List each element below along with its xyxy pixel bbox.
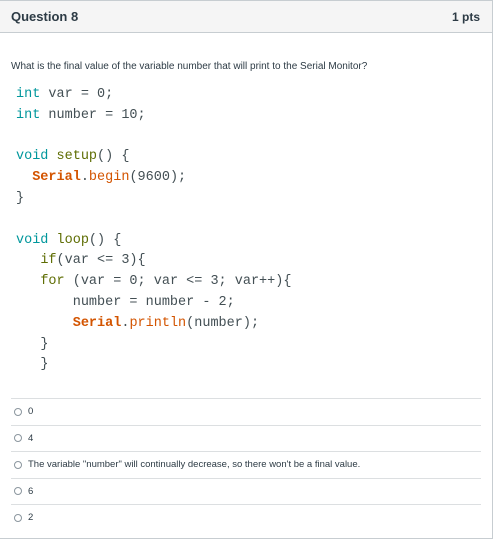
answer-label: 6: [28, 485, 34, 497]
code-text: number = number - 2;: [72, 294, 235, 310]
code-keyword: if: [40, 253, 57, 269]
code-text: (9600);: [129, 170, 187, 186]
answer-option[interactable]: 6: [11, 477, 481, 505]
code-keyword: int: [16, 87, 41, 102]
answer-label: 2: [28, 512, 34, 524]
code-serial: Serial: [72, 315, 122, 331]
code-text: (var <= 3){: [56, 253, 146, 269]
answer-label: The variable "number" will continually d…: [28, 459, 361, 471]
code-block: int var = 0; int number = 10; void setup…: [16, 87, 292, 373]
code-text: }: [40, 357, 49, 373]
code-text: () {: [88, 232, 122, 248]
code-method: begin: [88, 170, 130, 186]
code-keyword: int: [16, 107, 41, 123]
answer-list: 0 4 The variable "number" will continual…: [11, 398, 481, 531]
code-text: }: [40, 336, 49, 352]
code-function: loop: [56, 232, 89, 248]
code-keyword: void: [16, 232, 49, 248]
radio-button[interactable]: [14, 487, 22, 496]
code-serial: Serial: [32, 170, 81, 186]
radio-button[interactable]: [14, 460, 22, 469]
answer-option[interactable]: 4: [11, 424, 481, 452]
code-text: number = 10;: [40, 107, 146, 123]
code-text: (var = 0; var <= 3; var++){: [64, 274, 292, 290]
question-points: 1 pts: [451, 9, 480, 24]
code-keyword: void: [16, 149, 49, 165]
radio-button[interactable]: [14, 407, 22, 416]
code-text: (number);: [186, 315, 260, 331]
radio-button[interactable]: [14, 513, 22, 522]
answer-option[interactable]: The variable "number" will continually d…: [11, 451, 481, 478]
answer-option[interactable]: 0: [11, 398, 481, 425]
answer-option[interactable]: 2: [11, 504, 481, 531]
radio-button[interactable]: [14, 434, 22, 443]
question-title: Question 8: [11, 9, 79, 24]
code-text: }: [16, 190, 25, 206]
code-function: setup: [56, 149, 98, 165]
code-keyword: for: [40, 274, 65, 290]
answer-label: 4: [28, 432, 34, 444]
question-prompt: What is the final value of the variable …: [11, 61, 368, 72]
code-text: () {: [97, 149, 130, 165]
question-card: Question 8 1 pts What is the final value…: [0, 0, 493, 539]
answer-label: 0: [28, 406, 34, 418]
code-text: var = 0;: [40, 87, 114, 102]
code-method: println: [129, 315, 187, 331]
question-header: Question 8 1 pts: [0, 1, 492, 33]
